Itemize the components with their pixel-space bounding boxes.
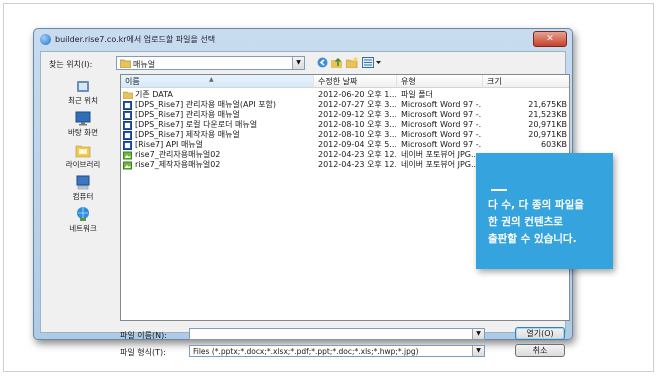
back-icon[interactable] <box>316 56 328 69</box>
file-size: 21,523KB <box>528 110 567 119</box>
column-header-type[interactable]: 유형 <box>397 75 483 88</box>
file-date: 2012-09-12 오후 3... <box>318 110 396 119</box>
chevron-down-icon[interactable]: ▼ <box>472 346 484 356</box>
up-folder-icon[interactable] <box>331 56 343 69</box>
look-in-dropdown[interactable]: 매뉴얼 ▼ <box>116 56 305 70</box>
browser-icon <box>40 34 51 45</box>
place-libraries[interactable]: 라이브러리 <box>49 142 117 170</box>
file-date: 2012-07-27 오후 3... <box>318 100 396 109</box>
place-label: 컴퓨터 <box>72 192 94 201</box>
file-type: 네이버 포토뷰어 JPG... <box>401 160 479 169</box>
chevron-down-icon[interactable]: ▼ <box>292 57 304 69</box>
cancel-button[interactable]: 취소 <box>515 344 565 357</box>
column-header-size[interactable]: 크기 <box>483 75 569 88</box>
place-label: 최근 위치 <box>68 96 98 105</box>
close-button[interactable]: ✕ <box>533 31 567 47</box>
image-file-icon <box>123 161 132 173</box>
title-bar: builder.rise7.co.kr에서 업로드할 파일을 선택 ✕ <box>34 29 572 51</box>
filetype-value: Files (*.pptx;*.docx;*.xlsx;*.pdf;*.ppt;… <box>193 347 419 356</box>
info-callout: 다 수, 다 종의 파일을 한 권의 컨텐츠로 출판할 수 있습니다. <box>476 153 613 269</box>
file-type: 네이버 포토뷰어 JPG... <box>401 150 479 159</box>
callout-text: 다 수, 다 종의 파일을 한 권의 컨텐츠로 출판할 수 있습니다. <box>488 199 584 245</box>
file-type: Microsoft Word 97 -... <box>401 120 481 129</box>
file-type: 파일 폴더 <box>401 90 433 99</box>
file-size: 20,971KB <box>528 130 567 139</box>
sort-ascending-icon: ▲ <box>209 76 214 83</box>
file-row[interactable]: [DPS_Rise7] 관리자용 매뉴얼 2012-09-12 오후 3... Mi… <box>121 110 569 120</box>
places-bar: 최근 위치 바탕 화면 라이브러리 컴퓨터 네트워크 <box>49 76 117 323</box>
file-type: Microsoft Word 97 -... <box>401 110 481 119</box>
file-name: 기존 DATA <box>135 90 173 99</box>
file-name: [DPS_Rise7] 로컬 다운로더 매뉴얼 <box>135 120 258 129</box>
column-header-date[interactable]: 수정한 날짜 <box>314 75 397 88</box>
file-size: 21,675KB <box>528 100 567 109</box>
recent-places-icon <box>77 81 89 92</box>
look-in-value: 매뉴얼 <box>133 60 156 69</box>
file-row[interactable]: [Rise7] API 매뉴얼 2012-09-04 오후 5... Microso… <box>121 140 569 150</box>
dialog-toolbar <box>316 56 381 70</box>
file-name: rise7_제작자용매뉴얼02 <box>135 160 221 169</box>
computer-icon <box>76 175 90 190</box>
callout-accent-bar <box>491 189 507 191</box>
place-computer[interactable]: 컴퓨터 <box>49 174 117 202</box>
file-row[interactable]: [DPS_Rise7] 로컬 다운로더 매뉴얼 2012-08-10 오후 3..… <box>121 120 569 130</box>
file-row[interactable]: [DPS_Rise7] 제작자용 매뉴얼 2012-08-10 오후 3... Mi… <box>121 130 569 140</box>
file-date: 2012-06-20 오후 1... <box>318 90 396 99</box>
folder-icon <box>120 59 131 68</box>
file-date: 2012-04-23 오후 12... <box>318 160 396 169</box>
open-button[interactable]: 열기(O) <box>515 327 565 340</box>
place-desktop[interactable]: 바탕 화면 <box>49 110 117 138</box>
filetype-label: 파일 형식(T): <box>120 348 166 357</box>
file-size: 20,971KB <box>528 120 567 129</box>
place-label: 바탕 화면 <box>68 128 98 137</box>
libraries-icon <box>75 145 91 158</box>
file-type: Microsoft Word 97 -... <box>401 130 481 139</box>
file-date: 2012-08-10 오후 3... <box>318 130 396 139</box>
file-date: 2012-08-10 오후 3... <box>318 120 396 129</box>
file-size: 603KB <box>540 140 567 149</box>
file-name: rise7_관리자용매뉴얼02 <box>135 150 221 159</box>
filename-label: 파일 이름(N): <box>120 331 167 340</box>
desktop-icon <box>75 111 91 126</box>
filetype-dropdown[interactable]: Files (*.pptx;*.docx;*.xlsx;*.pdf;*.ppt;… <box>189 345 485 357</box>
place-label: 라이브러리 <box>65 160 101 169</box>
file-row[interactable]: [DPS_Rise7] 관리자용 매뉴얼(API 포함) 2012-07-27 오… <box>121 100 569 110</box>
look-in-label: 찾는 위치(I): <box>49 60 93 69</box>
chevron-down-icon[interactable]: ▼ <box>472 329 484 339</box>
file-date: 2012-09-04 오후 5... <box>318 140 396 149</box>
file-type: Microsoft Word 97 -... <box>401 100 481 109</box>
file-name: [DPS_Rise7] 관리자용 매뉴얼(API 포함) <box>135 100 277 109</box>
place-label: 네트워크 <box>69 224 97 233</box>
file-row[interactable]: 기존 DATA 2012-06-20 오후 1... 파일 폴더 <box>121 90 569 100</box>
file-name: [DPS_Rise7] 관리자용 매뉴얼 <box>135 110 240 119</box>
file-name: [Rise7] API 매뉴얼 <box>135 140 204 149</box>
network-icon <box>77 207 89 221</box>
file-name: [DPS_Rise7] 제작자용 매뉴얼 <box>135 130 240 139</box>
place-recent[interactable]: 최근 위치 <box>49 78 117 106</box>
place-network[interactable]: 네트워크 <box>49 206 117 234</box>
dialog-title: builder.rise7.co.kr에서 업로드할 파일을 선택 <box>55 35 216 44</box>
column-header-name[interactable]: 이름 ▲ <box>121 75 314 88</box>
file-date: 2012-04-23 오후 12... <box>318 150 396 159</box>
filename-input[interactable]: ▼ <box>189 328 485 340</box>
view-menu-icon[interactable] <box>361 56 381 69</box>
file-type: Microsoft Word 97 -... <box>401 140 481 149</box>
new-folder-icon[interactable] <box>346 56 358 69</box>
